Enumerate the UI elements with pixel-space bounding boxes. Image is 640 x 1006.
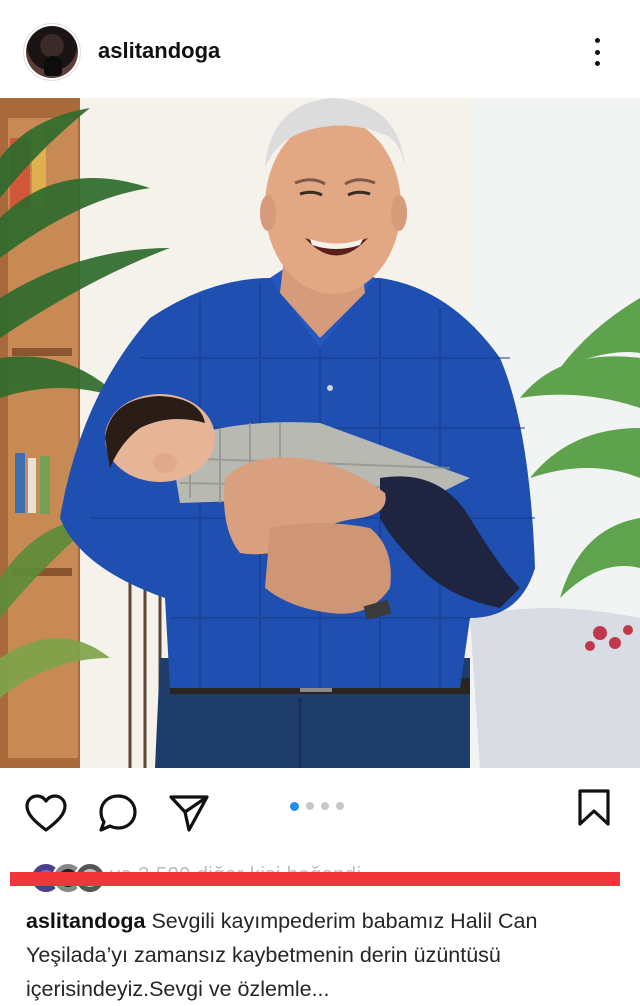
carousel-indicator: [290, 801, 344, 811]
bookmark-icon[interactable]: [576, 788, 612, 828]
carousel-dot: [306, 802, 314, 810]
carousel-dot: [290, 801, 299, 811]
post-header: aslitandoga: [0, 0, 640, 98]
caption: aslitandoga Sevgili kayımpederim babamız…: [26, 904, 626, 1006]
comment-icon[interactable]: [96, 791, 140, 835]
avatar[interactable]: [26, 26, 78, 78]
caption-username[interactable]: aslitandoga: [26, 909, 145, 933]
send-icon[interactable]: [167, 792, 211, 834]
post-image[interactable]: [0, 98, 640, 768]
redaction-bar: [10, 872, 620, 886]
heart-icon[interactable]: [24, 793, 68, 833]
carousel-dot: [321, 802, 329, 810]
carousel-dot: [336, 802, 344, 810]
more-options-icon[interactable]: [585, 34, 609, 70]
username[interactable]: aslitandoga: [98, 38, 220, 64]
